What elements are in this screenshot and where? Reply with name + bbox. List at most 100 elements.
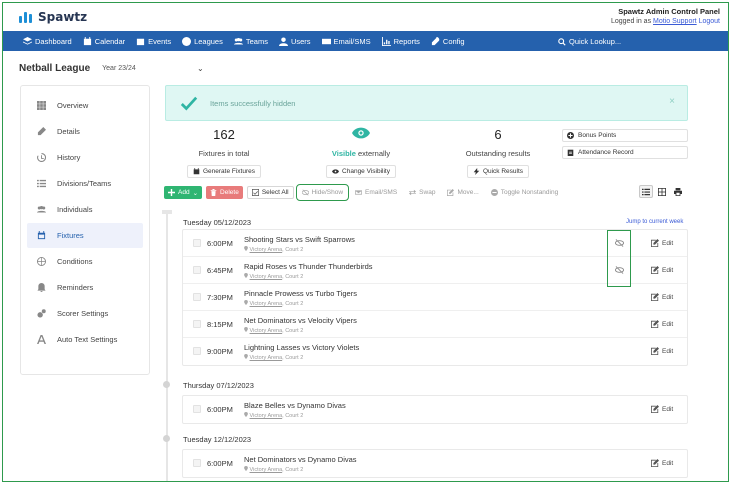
fixture-checkbox[interactable] [193, 405, 201, 413]
toggle-nonstanding-button[interactable]: Toggle Nonstanding [487, 186, 562, 199]
select-all-button[interactable]: Select All [246, 186, 294, 199]
venue-link[interactable]: Victory Arena [250, 274, 283, 280]
sidebar-item-overview[interactable]: Overview [27, 93, 143, 118]
fixture-checkbox[interactable] [193, 239, 201, 247]
venue-link[interactable]: Victory Arena [250, 328, 283, 334]
fixture-checkbox[interactable] [193, 347, 201, 355]
sidebar-item-scorer-settings[interactable]: Scorer Settings [27, 301, 143, 326]
fixture-checkbox[interactable] [193, 459, 201, 467]
sidebar-item-details[interactable]: Details [27, 119, 143, 144]
sidebar-item-label: Overview [57, 101, 89, 110]
edit-button[interactable]: Edit [651, 347, 673, 355]
venue-link[interactable]: Victory Arena [250, 413, 283, 419]
nav-leagues[interactable]: Leagues [182, 36, 223, 46]
table-view-button[interactable] [655, 185, 669, 198]
edit-button[interactable]: Edit [651, 320, 673, 328]
print-button[interactable] [671, 185, 685, 198]
nav-config[interactable]: Config [431, 36, 465, 46]
sidebar-item-divisions-teams[interactable]: Divisions/Teams [27, 171, 143, 196]
check-icon [180, 96, 198, 111]
nav-dashboard[interactable]: Dashboard [23, 36, 72, 46]
button-label: Edit [662, 405, 674, 413]
events-icon [137, 38, 145, 45]
hide-show-button[interactable]: Hide/Show [295, 184, 350, 201]
list-view-button[interactable] [639, 185, 653, 198]
fixture-row[interactable]: 6:00PM Net Dominators vs Dynamo Divas Vi… [183, 450, 687, 477]
fixture-checkbox[interactable] [193, 293, 201, 301]
fixture-row[interactable]: 8:15PM Net Dominators vs Velocity Vipers… [183, 311, 687, 338]
generate-fixtures-button[interactable]: Generate Fixtures [186, 165, 262, 178]
change-visibility-button[interactable]: Change Visibility [326, 165, 396, 178]
delete-button[interactable]: Delete [206, 186, 243, 199]
user-link[interactable]: Motio Support [653, 18, 697, 25]
envelope-icon [355, 190, 363, 195]
nav-calendar[interactable]: Calendar [83, 36, 125, 46]
fixture-row[interactable]: 6:00PM Blaze Belles vs Dynamo Divas Vict… [183, 396, 687, 423]
edit-button[interactable]: Edit [651, 266, 673, 274]
edit-icon [651, 320, 659, 328]
venue-link[interactable]: Victory Arena [250, 247, 283, 253]
league-name: Netball League [19, 63, 91, 74]
edit-button[interactable]: Edit [651, 459, 673, 467]
button-label: Edit [662, 320, 674, 328]
spawtz-logo[interactable]: Spawtz [19, 10, 87, 24]
globe-icon [37, 257, 46, 266]
quick-results-button[interactable]: Quick Results [466, 165, 530, 178]
swap-button[interactable]: Swap [405, 186, 439, 199]
add-button[interactable]: Add ⌄ [164, 186, 203, 199]
jump-to-current-week-link[interactable]: Jump to current week [626, 219, 683, 225]
nav-users[interactable]: Users [278, 37, 311, 46]
bolt-icon [473, 168, 480, 175]
day-title: Tuesday 05/12/2023 [183, 218, 252, 227]
font-icon [37, 335, 46, 344]
nav-label: Email/SMS [333, 36, 371, 46]
fixture-checkbox[interactable] [193, 266, 201, 274]
quick-lookup[interactable]: Quick Lookup... [558, 37, 621, 46]
nav-email-sms[interactable]: Email/SMS [321, 36, 371, 46]
edit-button[interactable]: Edit [651, 239, 673, 247]
checkbox-icon [251, 189, 259, 196]
attendance-record-button[interactable]: Attendance Record [562, 146, 688, 159]
sidebar-item-individuals[interactable]: Individuals [27, 197, 143, 222]
sidebar-item-history[interactable]: History [27, 145, 143, 170]
teams-icon [233, 37, 243, 44]
venue-link[interactable]: Victory Arena [250, 467, 283, 473]
close-icon[interactable]: × [669, 96, 675, 107]
main-nav: Dashboard Calendar Events Leagues Teams … [3, 31, 728, 51]
ban-icon [490, 189, 498, 196]
move-button[interactable]: Move... [443, 186, 482, 199]
sidebar-item-conditions[interactable]: Conditions [27, 249, 143, 274]
bonus-points-button[interactable]: Bonus Points [562, 129, 688, 142]
admin-panel-info: Spawtz Admin Control Panel Logged in as … [611, 7, 720, 27]
logout-link[interactable]: Logout [699, 18, 720, 25]
edit-button[interactable]: Edit [651, 405, 673, 413]
email-sms-button[interactable]: Email/SMS [351, 186, 401, 199]
app-frame: Spawtz Spawtz Admin Control Panel Logged… [2, 2, 729, 482]
map-pin-icon [244, 412, 248, 417]
venue-link[interactable]: Victory Arena [250, 355, 283, 361]
fixture-row[interactable]: 9:00PM Lightning Lasses vs Victory Viole… [183, 338, 687, 365]
venue-link[interactable]: Victory Arena [250, 301, 283, 307]
nav-events[interactable]: Events [136, 37, 171, 46]
fixture-checkbox[interactable] [193, 320, 201, 328]
edit-icon [651, 459, 659, 467]
button-label: Hide/Show [311, 189, 344, 196]
sidebar-item-fixtures[interactable]: Fixtures [27, 223, 143, 248]
fixture-venue: Victory Arena, Court 2 [244, 273, 303, 280]
button-label: Edit [662, 459, 674, 467]
day-fixture-list: 6:00PM Net Dominators vs Dynamo Divas Vi… [182, 449, 688, 478]
edit-button[interactable]: Edit [651, 293, 673, 301]
fixture-row[interactable]: 7:30PM Pinnacle Prowess vs Turbo Tigers … [183, 284, 687, 311]
sidebar-item-reminders[interactable]: Reminders [27, 275, 143, 300]
fixtures-toolbar: Add ⌄ Delete Select All Hide/Show Email/… [164, 184, 566, 201]
nav-reports[interactable]: Reports [381, 36, 420, 46]
button-label: Bonus Points [578, 132, 617, 139]
nav-teams[interactable]: Teams [233, 37, 268, 46]
fixture-match: Lightning Lasses vs Victory Violets [244, 343, 360, 352]
button-label: Select All [261, 189, 289, 196]
chevron-down-icon[interactable]: ⌄ [197, 64, 204, 73]
sidebar-item-label: Details [57, 127, 80, 136]
sidebar-item-auto-text-settings[interactable]: Auto Text Settings [27, 327, 143, 352]
fixture-time: 6:00PM [207, 459, 233, 468]
league-selector[interactable]: Netball League Year 23/24 ⌄ [19, 63, 204, 74]
